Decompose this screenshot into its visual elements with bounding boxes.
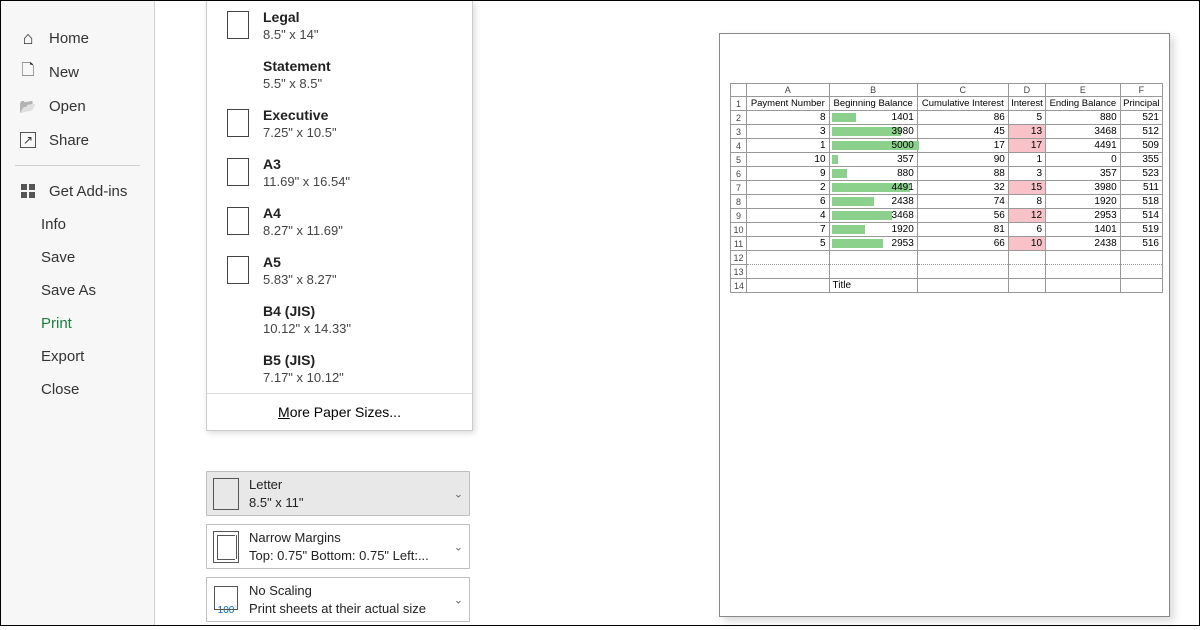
paper-size-name: Legal — [263, 9, 319, 25]
paper-size-name: A5 — [263, 254, 337, 270]
nav-new-label: New — [49, 64, 79, 81]
chevron-down-icon: ⌄ — [454, 487, 463, 500]
paper-size-dim: 11.69" x 16.54" — [263, 174, 350, 189]
home-icon — [19, 29, 37, 47]
paper-size-dim: 8.5" x 14" — [263, 27, 319, 42]
setting-scaling-title: No Scaling — [249, 582, 463, 600]
paper-size-name: B5 (JIS) — [263, 352, 344, 368]
paper-size-option[interactable]: Legal 8.5" x 14" — [207, 1, 472, 50]
paper-size-option[interactable]: B5 (JIS) 7.17" x 10.12" — [207, 344, 472, 393]
nav-print[interactable]: Print — [1, 307, 154, 340]
nav-export-label: Export — [41, 348, 84, 365]
nav-new[interactable]: New — [1, 55, 154, 89]
setting-margins[interactable]: Narrow Margins Top: 0.75" Bottom: 0.75" … — [206, 524, 470, 569]
backstage-sidebar: Home New Open Share Get Add-ins Info Sav… — [1, 1, 155, 625]
paper-size-dim: 5.83" x 8.27" — [263, 272, 337, 287]
nav-export[interactable]: Export — [1, 340, 154, 373]
paper-icon — [227, 109, 249, 137]
nav-save-label: Save — [41, 249, 75, 266]
scaling-icon: 100 — [213, 584, 239, 616]
paper-size-option[interactable]: Statement 5.5" x 8.5" — [207, 50, 472, 99]
sidebar-divider — [15, 165, 140, 166]
setting-margins-text: Narrow Margins Top: 0.75" Bottom: 0.75" … — [249, 529, 463, 564]
nav-open[interactable]: Open — [1, 89, 154, 123]
paper-size-dim: 7.25" x 10.5" — [263, 125, 337, 140]
paper-size-name: Executive — [263, 107, 337, 123]
paper-size-name: A4 — [263, 205, 343, 221]
paper-size-option[interactable]: A5 5.83" x 8.27" — [207, 246, 472, 295]
nav-share[interactable]: Share — [1, 123, 154, 157]
paper-size-option[interactable]: Executive 7.25" x 10.5" — [207, 99, 472, 148]
nav-open-label: Open — [49, 98, 86, 115]
preview-spreadsheet: ABCDEF1Payment NumberBeginning BalanceCu… — [730, 83, 1163, 293]
setting-margins-title: Narrow Margins — [249, 529, 463, 547]
nav-addins[interactable]: Get Add-ins — [1, 174, 154, 208]
print-preview-page: ABCDEF1Payment NumberBeginning BalanceCu… — [719, 33, 1170, 617]
nav-close-label: Close — [41, 381, 79, 398]
new-icon — [19, 63, 37, 81]
setting-scaling-sub: Print sheets at their actual size — [249, 600, 463, 618]
paper-icon — [227, 158, 249, 186]
nav-print-label: Print — [41, 315, 72, 332]
nav-share-label: Share — [49, 132, 89, 149]
chevron-down-icon: ⌄ — [454, 593, 463, 606]
share-icon — [19, 131, 37, 149]
setting-margins-sub: Top: 0.75" Bottom: 0.75" Left:... — [249, 547, 463, 565]
nav-info[interactable]: Info — [1, 208, 154, 241]
paper-size-name: Statement — [263, 58, 331, 74]
open-icon — [19, 97, 37, 115]
print-settings: Letter 8.5" x 11" ⌄ Narrow Margins Top: … — [206, 471, 470, 630]
print-preview-area: ABCDEF1Payment NumberBeginning BalanceCu… — [481, 11, 1189, 615]
paper-size-option[interactable]: A3 11.69" x 16.54" — [207, 148, 472, 197]
setting-scaling[interactable]: 100 No Scaling Print sheets at their act… — [206, 577, 470, 622]
paper-icon — [227, 256, 249, 284]
nav-saveas-label: Save As — [41, 282, 96, 299]
nav-saveas[interactable]: Save As — [1, 274, 154, 307]
addins-icon — [19, 182, 37, 200]
paper-size-option[interactable]: B4 (JIS) 10.12" x 14.33" — [207, 295, 472, 344]
scaling-num: 100 — [218, 605, 235, 616]
paper-size-name: B4 (JIS) — [263, 303, 351, 319]
setting-paper-title: Letter — [249, 476, 463, 494]
nav-info-label: Info — [41, 216, 66, 233]
nav-save[interactable]: Save — [1, 241, 154, 274]
paper-size-dropdown: Legal 8.5" x 14" Statement 5.5" x 8.5" Execu… — [206, 1, 473, 431]
setting-paper-text: Letter 8.5" x 11" — [249, 476, 463, 511]
paper-icon — [213, 478, 239, 510]
paper-size-dim: 10.12" x 14.33" — [263, 321, 351, 336]
paper-size-dim: 8.27" x 11.69" — [263, 223, 343, 238]
more-paper-sizes[interactable]: More Paper Sizes... — [207, 393, 472, 430]
nav-close[interactable]: Close — [1, 373, 154, 406]
paper-size-dim: 5.5" x 8.5" — [263, 76, 331, 91]
preview-table: ABCDEF1Payment NumberBeginning BalanceCu… — [730, 83, 1163, 293]
setting-paper-size[interactable]: Letter 8.5" x 11" ⌄ — [206, 471, 470, 516]
paper-size-option[interactable]: A4 8.27" x 11.69" — [207, 197, 472, 246]
margins-icon — [213, 531, 239, 563]
nav-home[interactable]: Home — [1, 21, 154, 55]
nav-home-label: Home — [49, 30, 89, 47]
setting-paper-sub: 8.5" x 11" — [249, 494, 463, 512]
paper-size-name: A3 — [263, 156, 350, 172]
paper-icon — [227, 207, 249, 235]
chevron-down-icon: ⌄ — [454, 540, 463, 553]
setting-scaling-text: No Scaling Print sheets at their actual … — [249, 582, 463, 617]
nav-addins-label: Get Add-ins — [49, 183, 127, 200]
paper-icon — [227, 11, 249, 39]
paper-size-dim: 7.17" x 10.12" — [263, 370, 344, 385]
